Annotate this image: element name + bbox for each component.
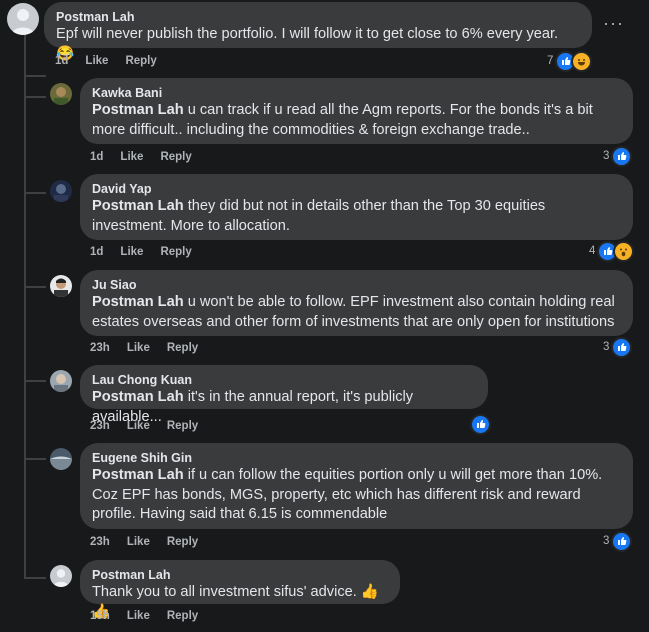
- avatar[interactable]: [50, 180, 72, 202]
- comment-bubble: Lau Chong Kuan Postman Lah it's in the a…: [80, 365, 488, 425]
- comment-time[interactable]: 23h: [90, 420, 110, 432]
- more-options-icon[interactable]: ···: [603, 13, 624, 34]
- like-icon: [611, 530, 633, 552]
- comment-author[interactable]: Eugene Shih Gin: [92, 450, 621, 466]
- comment-author[interactable]: Postman Lah: [92, 567, 388, 583]
- comment-author[interactable]: David Yap: [92, 181, 621, 197]
- comment-time[interactable]: 1d: [55, 55, 68, 67]
- thread-branch: [24, 458, 46, 460]
- comment-author[interactable]: Ju Siao: [92, 277, 621, 293]
- comment-time[interactable]: 23h: [90, 536, 110, 548]
- comment-author[interactable]: Postman Lah: [56, 9, 580, 25]
- like-button[interactable]: Like: [127, 420, 150, 432]
- comment-author[interactable]: Kawka Bani: [92, 85, 621, 101]
- comment-bubble: Kawka Bani Postman Lah u can track if u …: [80, 78, 633, 144]
- thread-line: [24, 34, 26, 579]
- thread-branch: [24, 380, 46, 382]
- reaction-summary[interactable]: 3: [603, 530, 633, 552]
- comment-time[interactable]: 23h: [90, 342, 110, 354]
- like-icon: [611, 145, 633, 167]
- comment-time[interactable]: 1d: [90, 246, 103, 258]
- thread-branch: [24, 577, 46, 579]
- comment-bubble: Eugene Shih Gin Postman Lah if u can fol…: [80, 443, 633, 529]
- avatar[interactable]: [50, 83, 72, 105]
- mention-link[interactable]: Postman Lah: [92, 198, 184, 214]
- reply-button[interactable]: Reply: [167, 420, 198, 432]
- reaction-summary[interactable]: [468, 413, 491, 435]
- avatar[interactable]: [7, 3, 39, 35]
- reply-button[interactable]: Reply: [167, 610, 198, 622]
- comment-actions: 1d Like Reply: [90, 246, 192, 258]
- comment-bubble: Ju Siao Postman Lah u won't be able to f…: [80, 270, 633, 336]
- comment-actions: 23h Like Reply: [90, 342, 198, 354]
- like-button[interactable]: Like: [127, 610, 150, 622]
- reaction-count: 3: [603, 341, 610, 353]
- comment-actions: 1d Like Reply: [90, 151, 192, 163]
- mention-link[interactable]: Postman Lah: [92, 294, 184, 310]
- reaction-summary[interactable]: 3: [603, 145, 633, 167]
- like-icon: [611, 336, 633, 358]
- like-button[interactable]: Like: [120, 246, 143, 258]
- comment-actions: 23h Like Reply: [90, 420, 198, 432]
- thread-branch: [24, 192, 46, 194]
- reaction-count: 7: [547, 55, 554, 67]
- reply-button[interactable]: Reply: [125, 55, 156, 67]
- comment-time[interactable]: 15h: [90, 610, 110, 622]
- like-button[interactable]: Like: [127, 536, 150, 548]
- comment-bubble: Postman Lah Thank you to all investment …: [80, 560, 400, 620]
- avatar[interactable]: [50, 275, 72, 297]
- like-button[interactable]: Like: [120, 151, 143, 163]
- comment-bubble: David Yap Postman Lah they did but not i…: [80, 174, 633, 240]
- haha-icon: [571, 50, 593, 72]
- reply-button[interactable]: Reply: [167, 536, 198, 548]
- comment-actions: 23h Like Reply: [90, 536, 198, 548]
- mention-link[interactable]: Postman Lah: [92, 389, 184, 405]
- comment-author[interactable]: Lau Chong Kuan: [92, 372, 476, 388]
- like-icon: [470, 413, 491, 435]
- thread-branch: [24, 96, 46, 98]
- reply-button[interactable]: Reply: [167, 342, 198, 354]
- thread-branch: [24, 75, 46, 77]
- mention-link[interactable]: Postman Lah: [92, 467, 184, 483]
- mention-link[interactable]: Postman Lah: [92, 102, 184, 118]
- reaction-summary[interactable]: 4: [589, 240, 635, 262]
- reply-button[interactable]: Reply: [160, 246, 191, 258]
- avatar[interactable]: [50, 565, 72, 587]
- reaction-count: 3: [603, 535, 610, 547]
- comment-bubble: Postman Lah Epf will never publish the p…: [44, 2, 592, 62]
- like-button[interactable]: Like: [127, 342, 150, 354]
- reaction-count: 3: [603, 150, 610, 162]
- reply-button[interactable]: Reply: [160, 151, 191, 163]
- avatar[interactable]: [50, 448, 72, 470]
- comment-time[interactable]: 1d: [90, 151, 103, 163]
- avatar[interactable]: [50, 370, 72, 392]
- wow-icon: [613, 240, 635, 262]
- reaction-summary[interactable]: 3: [603, 336, 633, 358]
- reaction-summary[interactable]: 7: [547, 50, 593, 72]
- reaction-count: 4: [589, 245, 596, 257]
- like-button[interactable]: Like: [85, 55, 108, 67]
- comment-actions: 15h Like Reply: [90, 610, 198, 622]
- thread-branch: [24, 286, 46, 288]
- comment-actions: 1d Like Reply: [55, 55, 157, 67]
